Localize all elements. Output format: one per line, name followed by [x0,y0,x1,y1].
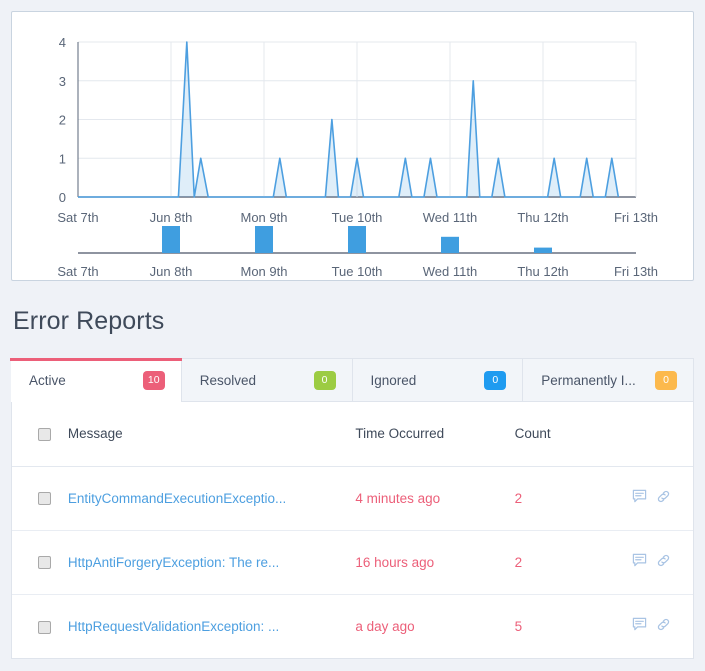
tab-count-badge: 0 [484,370,507,390]
tab-label: Ignored [370,372,417,388]
tab-ignored[interactable]: Ignored 0 [352,358,524,401]
row-select-cell [12,530,68,595]
table-row: EntityCommandExecutionExceptio... 4 minut… [12,466,693,531]
tab-resolved[interactable]: Resolved 0 [181,358,353,401]
column-header-count: Count [514,402,610,467]
table-body: EntityCommandExecutionExceptio... 4 minut… [12,466,693,658]
svg-text:Jun 8th: Jun 8th [150,264,193,279]
svg-text:Fri 13th: Fri 13th [614,264,658,279]
svg-text:Fri 13th: Fri 13th [614,210,658,225]
page-title: Error Reports [13,307,165,335]
svg-text:Wed 11th: Wed 11th [423,264,477,279]
row-count: 2 [514,530,610,595]
svg-text:Tue 10th: Tue 10th [332,264,383,279]
row-actions-cell [609,466,693,531]
link-icon[interactable] [656,489,671,504]
link-icon[interactable] [656,617,671,632]
error-reports-table-container: Message Time Occurred Count EntityComman… [11,402,694,659]
tab-label: Permanently I... [541,372,636,388]
error-reports-table: Message Time Occurred Count EntityComman… [12,402,693,658]
comment-icon[interactable] [632,489,647,504]
row-action-icons [632,617,671,632]
row-select-cell [12,594,68,658]
svg-text:Thu 12th: Thu 12th [517,210,568,225]
tab-count-badge: 0 [313,370,336,390]
svg-text:2: 2 [59,113,66,128]
svg-text:Wed 11th: Wed 11th [423,210,477,225]
svg-text:Mon 9th: Mon 9th [241,264,288,279]
column-header-actions [609,402,693,467]
select-all-checkbox[interactable] [38,428,51,442]
error-chart-panel: 0 1 2 3 4 Sat 7th Jun 8th Mon 9th Tue 10th Wed 11… [11,11,694,281]
row-count: 2 [514,466,610,531]
tab-label: Active [29,372,66,388]
tab-permanently-i[interactable]: Permanently I... 0 [523,358,694,401]
link-icon[interactable] [656,553,671,568]
select-all-header [12,402,68,467]
row-checkbox[interactable] [38,492,51,506]
svg-text:Sat 7th: Sat 7th [57,264,98,279]
row-message-cell: EntityCommandExecutionExceptio... [67,466,356,531]
row-checkbox[interactable] [38,556,51,570]
row-time-occurred: a day ago [355,618,415,634]
row-action-icons [632,553,671,568]
table-head: Message Time Occurred Count [12,402,693,467]
row-actions-cell [609,530,693,595]
error-reports-page: 0 1 2 3 4 Sat 7th Jun 8th Mon 9th Tue 10th Wed 11… [0,0,705,671]
row-time-occurred: 4 minutes ago [355,466,515,531]
error-report-tabs: Active 10 Resolved 0 Ignored 0 Permanently I..… [10,358,694,403]
error-message-link[interactable]: EntityCommandExecutionExceptio... [68,491,286,506]
svg-text:Tue 10th: Tue 10th [332,210,383,225]
svg-text:1: 1 [59,151,66,166]
column-header-time-occurred: Time Occurred [355,402,515,467]
table-row: HttpRequestValidationException: ... a day… [12,594,693,658]
comment-icon[interactable] [632,553,647,568]
error-message-link[interactable]: HttpAntiForgeryException: The re... [68,555,279,570]
row-checkbox[interactable] [38,620,51,634]
table-row: HttpAntiForgeryException: The re... 16 ho… [12,530,693,595]
row-count: 5 [514,618,523,634]
tab-count-badge: 10 [142,370,165,390]
comment-icon[interactable] [632,617,647,632]
tab-label: Resolved [199,372,257,388]
row-message-cell: HttpAntiForgeryException: The re... [67,530,356,595]
error-timeline-chart: 0 1 2 3 4 Sat 7th Jun 8th Mon 9th Tue 10th Wed 11… [57,35,658,279]
svg-text:3: 3 [59,74,66,89]
tab-active[interactable]: Active 10 [10,358,182,403]
table-header-row: Message Time Occurred Count [12,402,693,467]
column-header-message: Message [67,402,356,467]
svg-text:0: 0 [59,190,66,205]
row-select-cell [12,466,68,531]
svg-text:Thu 12th: Thu 12th [517,264,568,279]
error-message-link[interactable]: HttpRequestValidationException: ... [68,619,279,634]
row-time-occurred: 16 hours ago [355,530,515,595]
svg-text:4: 4 [59,35,66,50]
row-actions-cell [609,594,693,658]
svg-text:Jun 8th: Jun 8th [150,210,193,225]
row-action-icons [632,489,671,504]
svg-text:Sat 7th: Sat 7th [57,210,98,225]
row-message-cell: HttpRequestValidationException: ... [68,594,355,658]
tab-count-badge: 0 [655,370,677,390]
svg-text:Mon 9th: Mon 9th [241,210,288,225]
